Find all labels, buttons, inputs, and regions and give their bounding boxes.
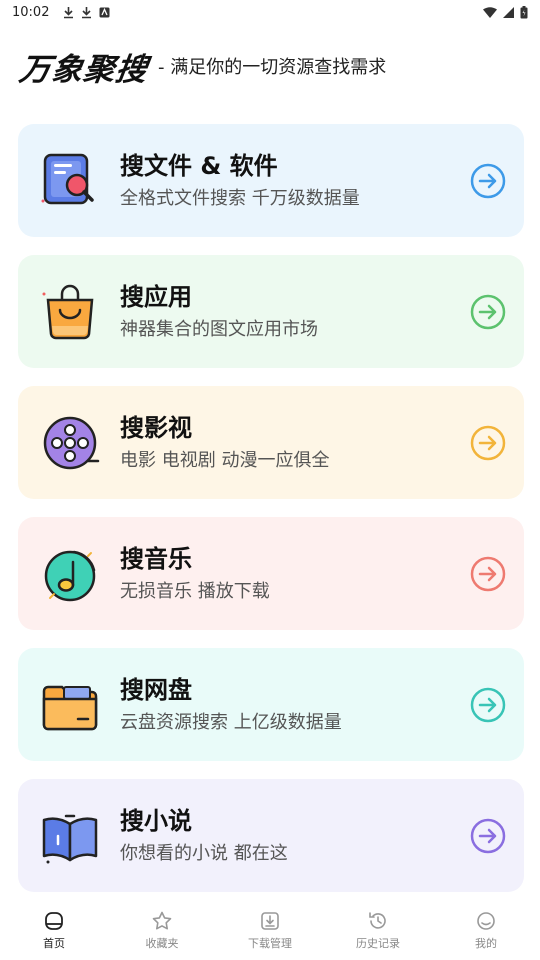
arrow-right-icon[interactable]	[470, 294, 506, 330]
battery-icon	[520, 5, 528, 18]
card-search-novels[interactable]: 搜小说 你想看的小说 都在这	[18, 779, 524, 892]
search-category-list: 搜文件 & 软件 全格式文件搜索 千万级数据量 搜应用 神器集合的图文应用市场	[18, 124, 524, 910]
nav-label: 我的	[475, 937, 497, 950]
nav-home[interactable]: 首页	[0, 900, 108, 960]
status-bar: 10:02	[0, 0, 540, 24]
music-note-icon	[40, 544, 100, 604]
arrow-right-icon[interactable]	[470, 163, 506, 199]
app-header: 万象聚搜 - 满足你的一切资源查找需求	[16, 44, 387, 88]
star-icon	[152, 911, 172, 930]
download-notification-icon	[64, 6, 74, 18]
shopping-bag-icon	[40, 282, 100, 342]
nav-downloads[interactable]: 下载管理	[216, 900, 324, 960]
nav-label: 收藏夹	[145, 937, 179, 950]
nav-label: 首页	[43, 937, 65, 950]
card-subtitle: 全格式文件搜索 千万级数据量	[120, 188, 360, 210]
card-subtitle: 神器集合的图文应用市场	[120, 319, 318, 341]
download-notification-icon	[82, 6, 92, 18]
nav-favorites[interactable]: 收藏夹	[108, 900, 216, 960]
app-notification-icon	[99, 7, 110, 17]
card-subtitle: 你想看的小说 都在这	[120, 843, 288, 865]
profile-icon	[477, 912, 495, 930]
card-title: 搜应用	[120, 283, 192, 312]
folder-icon	[40, 675, 100, 735]
download-icon	[261, 912, 279, 930]
card-search-files[interactable]: 搜文件 & 软件 全格式文件搜索 千万级数据量	[18, 124, 524, 237]
document-search-icon	[40, 151, 100, 211]
book-icon	[40, 806, 100, 866]
history-icon	[369, 912, 386, 929]
nav-label: 下载管理	[248, 937, 292, 950]
arrow-right-icon[interactable]	[470, 687, 506, 723]
app-slogan: - 满足你的一切资源查找需求	[158, 57, 387, 78]
nav-profile[interactable]: 我的	[432, 900, 540, 960]
arrow-right-icon[interactable]	[470, 818, 506, 854]
card-title: 搜影视	[120, 414, 192, 443]
home-icon	[45, 912, 63, 930]
card-search-apps[interactable]: 搜应用 神器集合的图文应用市场	[18, 255, 524, 368]
bottom-navigation: 首页 收藏夹 下载管理 历史记录 我的	[0, 900, 540, 960]
card-subtitle: 云盘资源搜索 上亿级数据量	[120, 712, 342, 734]
film-reel-icon	[40, 413, 100, 473]
card-subtitle: 电影 电视剧 动漫一应俱全	[120, 450, 330, 472]
status-time: 10:02	[12, 4, 50, 20]
wifi-icon	[483, 6, 497, 18]
card-title: 搜网盘	[120, 676, 192, 705]
app-logo: 万象聚搜	[16, 51, 151, 88]
nav-label: 历史记录	[356, 937, 400, 950]
card-search-videos[interactable]: 搜影视 电影 电视剧 动漫一应俱全	[18, 386, 524, 499]
notification-icons	[63, 6, 110, 19]
card-title: 搜文件 & 软件	[120, 152, 278, 181]
arrow-right-icon[interactable]	[470, 425, 506, 461]
arrow-right-icon[interactable]	[470, 556, 506, 592]
card-search-music[interactable]: 搜音乐 无损音乐 播放下载	[18, 517, 524, 630]
signal-icon	[503, 6, 514, 18]
card-search-cloud-disk[interactable]: 搜网盘 云盘资源搜索 上亿级数据量	[18, 648, 524, 761]
nav-history[interactable]: 历史记录	[324, 900, 432, 960]
card-title: 搜小说	[120, 807, 192, 836]
card-subtitle: 无损音乐 播放下载	[120, 581, 270, 603]
card-title: 搜音乐	[120, 545, 192, 574]
